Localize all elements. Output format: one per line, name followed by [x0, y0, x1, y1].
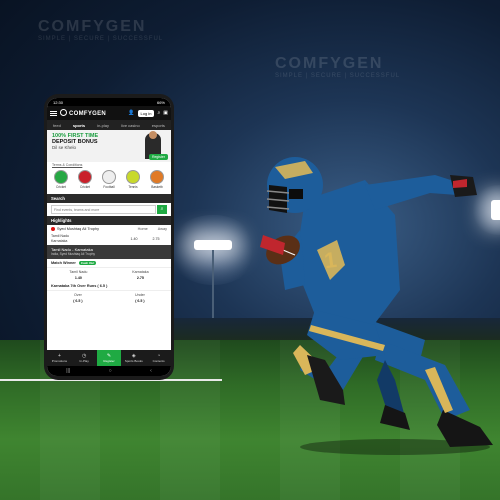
basketball-icon — [150, 170, 164, 184]
market-match-winner[interactable]: Match Winner Cash Out — [47, 259, 171, 268]
bottom-navigation: + Promotions ◷ In-Play ✎ Register ◈ Sports Book… — [47, 350, 171, 366]
sport-item[interactable]: Cricket — [75, 170, 95, 192]
match-subtitle: India, Syed Mushtaq Ali Trophy — [51, 252, 95, 256]
sports-carousel: Cricket Cricket Football Tennis Basketb — [47, 168, 171, 194]
sport-label: Cricket — [80, 185, 90, 189]
selection-team2[interactable]: Karnataka 2.75 — [132, 270, 148, 280]
betslip-icon[interactable]: ▣ — [163, 110, 168, 116]
sport-label: Basketb — [151, 185, 163, 189]
match-teams: Tamil Nadu Karnataka — [51, 234, 123, 244]
cashout-badge: Cash Out — [78, 261, 97, 265]
team-away: Karnataka — [51, 239, 68, 243]
market-title: Karnataka 7th Over Runs ( 6.5 ) — [51, 284, 108, 288]
tab-esports[interactable]: esports — [152, 123, 165, 128]
status-time: 12:30 — [53, 99, 64, 105]
status-bar: 12:30 66% — [47, 98, 171, 106]
competition-name: Syed Mushtaq Ali Trophy — [57, 227, 99, 231]
phone-mockup: 12:30 66% COMFYGEN 👤 Log in ⌕ ▣ feed spor… — [44, 94, 174, 380]
selection-label: Tamil Nadu — [69, 270, 88, 274]
bottom-nav-label: Register — [103, 359, 115, 363]
bottom-nav-item[interactable]: + Promotions — [47, 350, 72, 366]
home-column-label: Home — [137, 227, 148, 231]
tab-feed[interactable]: feed — [53, 123, 61, 128]
market-title: Match Winner — [51, 261, 76, 265]
selection-label: Under — [135, 293, 145, 297]
sport-item[interactable]: Basketb — [147, 170, 167, 192]
bottom-nav-label: Sports Books — [124, 359, 143, 363]
sport-nav-tabs: feed sports in-play live casino esports — [47, 120, 171, 130]
tab-live-casino[interactable]: live casino — [121, 123, 140, 128]
home-odds-button[interactable]: 1.40 — [123, 234, 145, 244]
bottom-nav-item[interactable]: ◈ Sports Books — [121, 350, 146, 366]
sport-item[interactable]: Football — [99, 170, 119, 192]
app-header: COMFYGEN 👤 Log in ⌕ ▣ — [47, 106, 171, 120]
system-nav-bar: ||| ○ ‹ — [47, 366, 171, 376]
search-heading: Search — [47, 194, 171, 203]
sport-item[interactable]: Tennis — [123, 170, 143, 192]
bottom-nav-label: In-Play — [79, 359, 89, 363]
search-input[interactable] — [51, 205, 156, 214]
bottom-nav-item[interactable]: ◷ In-Play — [72, 350, 97, 366]
football-player: 1 — [260, 157, 493, 455]
home-icon[interactable]: ○ — [109, 368, 112, 374]
watermark-text: COMFYGEN — [275, 55, 384, 72]
recent-apps-icon[interactable]: ||| — [66, 368, 70, 374]
stadium-light-left — [194, 240, 232, 250]
selection-over[interactable]: Over ( 6.5 ) — [73, 293, 82, 303]
cricket-ball-icon — [78, 170, 92, 184]
football-icon — [102, 170, 116, 184]
away-column-label: Away — [157, 227, 167, 231]
selection-team1[interactable]: Tamil Nadu 1.40 — [69, 270, 87, 280]
match-title-bar: Tamil Nadu - Karnataka India, Syed Musht… — [47, 245, 171, 259]
over-runs-selections: Over ( 6.5 ) Under ( 6.5 ) — [47, 291, 171, 305]
search-button[interactable]: ⌕ — [157, 205, 167, 214]
watermark-logo: COMFYGEN SIMPLE | SECURE | SUCCESSFUL — [275, 55, 400, 79]
away-odds-button[interactable]: 2.75 — [145, 234, 167, 244]
tab-sports[interactable]: sports — [73, 123, 85, 128]
bottom-nav-label: Contents — [152, 359, 165, 363]
bottom-nav-item[interactable]: ✎ Register — [96, 350, 122, 366]
selection-odds: 2.75 — [136, 276, 144, 280]
market-over-runs[interactable]: Karnataka 7th Over Runs ( 6.5 ) — [47, 282, 171, 291]
highlight-match-row[interactable]: Tamil Nadu Karnataka 1.40 2.75 — [47, 233, 171, 245]
user-icon: 👤 — [128, 110, 135, 116]
search-icon[interactable]: ⌕ — [157, 110, 160, 116]
banner-register-button[interactable]: Register — [148, 154, 168, 160]
highlights-heading: Highlights — [47, 216, 171, 225]
status-battery: 66% — [156, 99, 165, 105]
phone-screen: 12:30 66% COMFYGEN 👤 Log in ⌕ ▣ feed spor… — [47, 98, 171, 376]
match-winner-selections: Tamil Nadu 1.40 Karnataka 2.75 — [47, 268, 171, 282]
bottom-nav-item[interactable]: ◔ Contents — [146, 350, 171, 366]
watermark-text: COMFYGEN — [38, 18, 147, 35]
tennis-ball-icon — [126, 170, 140, 184]
selection-line: ( 6.5 ) — [135, 299, 145, 303]
hero-scene: COMFYGEN SIMPLE | SECURE | SUCCESSFUL CO… — [0, 0, 500, 500]
bottom-nav-label: Promotions — [51, 359, 67, 363]
watermark-tagline: SIMPLE | SECURE | SUCCESSFUL — [38, 36, 164, 42]
selection-under[interactable]: Under ( 6.5 ) — [135, 293, 145, 303]
sport-label: Tennis — [128, 185, 138, 189]
login-button[interactable]: Log in — [137, 109, 155, 117]
selection-line: ( 6.5 ) — [73, 299, 83, 303]
india-flag-icon — [51, 227, 55, 231]
sport-label: Football — [103, 185, 115, 189]
highlight-competition-row: Syed Mushtaq Ali Trophy Home Away — [47, 225, 171, 233]
sport-label: Cricket — [56, 185, 66, 189]
watermark-tagline: SIMPLE | SECURE | SUCCESSFUL — [275, 73, 401, 79]
cricket-icon — [54, 170, 68, 184]
app-logo[interactable]: COMFYGEN — [60, 109, 125, 117]
sport-item[interactable]: Cricket — [51, 170, 71, 192]
search-bar: ⌕ — [47, 203, 171, 216]
selection-label: Over — [74, 293, 82, 297]
selection-odds: 1.40 — [74, 276, 82, 280]
watermark-logo: COMFYGEN SIMPLE | SECURE | SUCCESSFUL — [38, 18, 163, 42]
hamburger-menu-icon[interactable] — [50, 110, 57, 116]
tab-in-play[interactable]: in-play — [97, 123, 109, 128]
selection-label: Karnataka — [132, 270, 149, 274]
back-icon[interactable]: ‹ — [150, 368, 152, 374]
promo-banner[interactable]: 100% FIRST TIME DEPOSIT BONUS Dil se Khe… — [47, 130, 171, 162]
